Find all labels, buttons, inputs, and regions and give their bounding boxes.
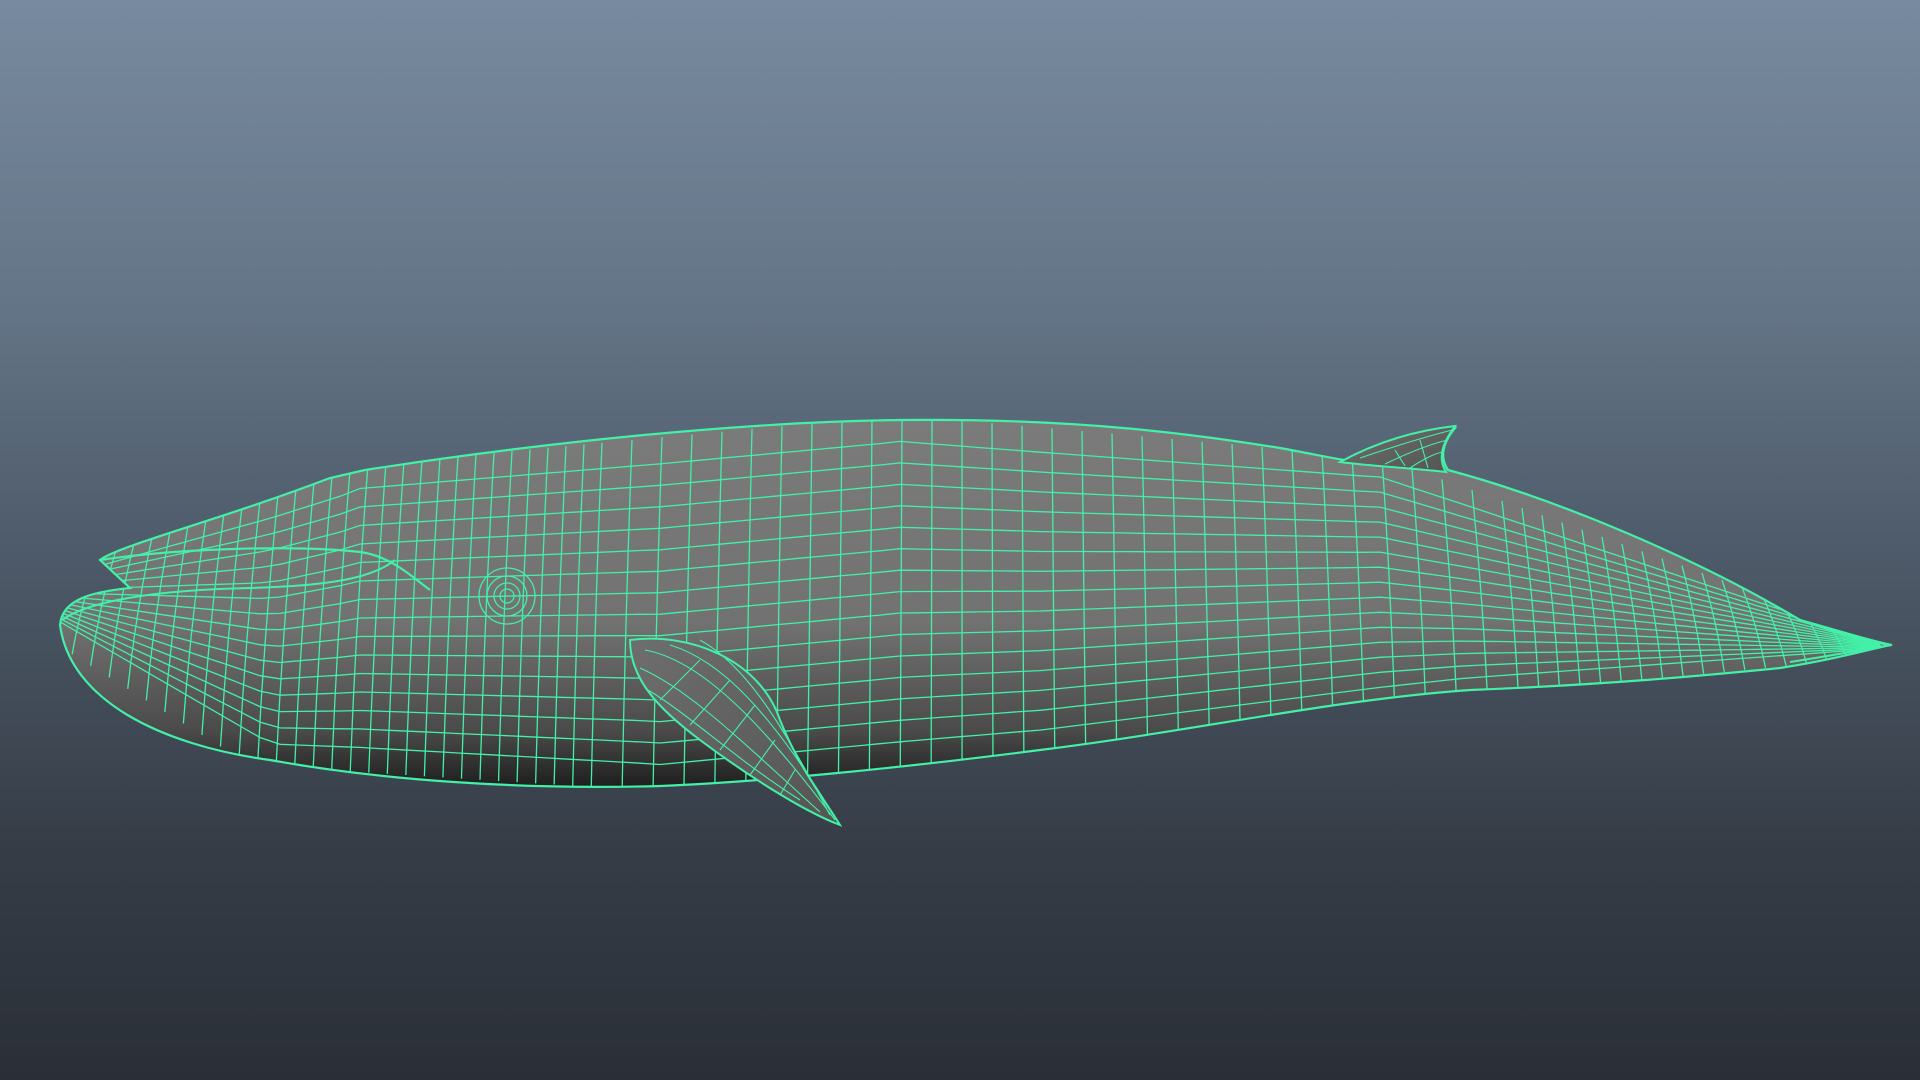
3d-viewport[interactable]: [0, 0, 1920, 1080]
viewport-scene[interactable]: [0, 0, 1920, 1080]
whale-model[interactable]: [54, 415, 1910, 827]
